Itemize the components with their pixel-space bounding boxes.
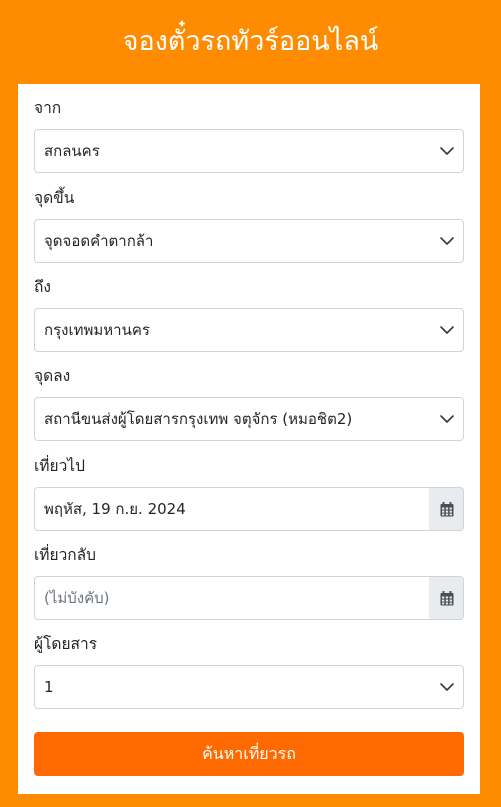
chevron-down-icon: [440, 147, 454, 155]
departure-date-value: พฤหัส, 19 ก.ย. 2024: [44, 500, 186, 518]
departure-date-label: เที่ยวไป: [34, 457, 85, 475]
from-value: สกลนคร: [44, 142, 100, 160]
boarding-point-label: จุดขึ้น: [34, 189, 75, 207]
drop-point-label: จุดลง: [34, 367, 71, 385]
passengers-label: ผู้โดยสาร: [34, 635, 98, 653]
passengers-value: 1: [44, 678, 54, 696]
boarding-point-select[interactable]: จุดจอดคำตากล้า: [34, 219, 464, 263]
chevron-down-icon: [440, 326, 454, 334]
chevron-down-icon: [440, 683, 454, 691]
booking-form: จาก สกลนคร จุดขึ้น จุดจอดคำตากล้า ถึง กร…: [18, 84, 480, 794]
from-select[interactable]: สกลนคร: [34, 129, 464, 173]
calendar-icon: [440, 591, 454, 606]
return-date-input[interactable]: (ไม่บังคับ): [34, 576, 430, 620]
drop-point-select[interactable]: สถานีขนส่งผู้โดยสารกรุงเทพ จตุจักร (หมอช…: [34, 397, 464, 441]
chevron-down-icon: [440, 415, 454, 423]
passengers-select[interactable]: 1: [34, 665, 464, 709]
return-date-label: เที่ยวกลับ: [34, 546, 97, 564]
departure-date-picker-button[interactable]: [429, 487, 464, 531]
boarding-point-value: จุดจอดคำตากล้า: [44, 232, 154, 250]
search-trips-button[interactable]: ค้นหาเที่ยวรถ: [34, 732, 464, 776]
to-value: กรุงเทพมหานคร: [44, 321, 150, 339]
departure-date-input[interactable]: พฤหัส, 19 ก.ย. 2024: [34, 487, 430, 531]
to-select[interactable]: กรุงเทพมหานคร: [34, 308, 464, 352]
chevron-down-icon: [440, 237, 454, 245]
return-date-placeholder: (ไม่บังคับ): [44, 589, 110, 607]
from-label: จาก: [34, 99, 62, 117]
page-title: จองตั๋วรถทัวร์ออนไลน์: [122, 26, 379, 57]
return-date-picker-button[interactable]: [429, 576, 464, 620]
drop-point-value: สถานีขนส่งผู้โดยสารกรุงเทพ จตุจักร (หมอช…: [44, 410, 353, 428]
to-label: ถึง: [34, 278, 51, 296]
calendar-icon: [440, 502, 454, 517]
